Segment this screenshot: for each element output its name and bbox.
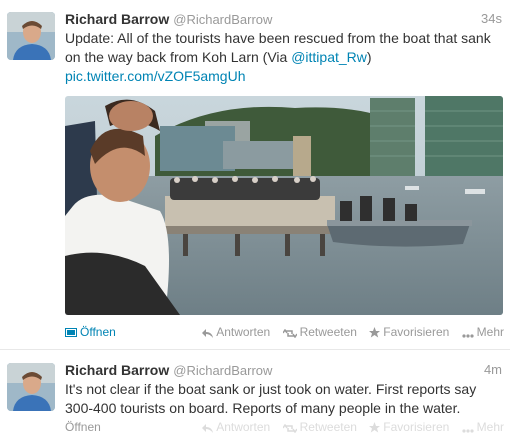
- reply-label: Antworten: [216, 420, 271, 434]
- tweet-header: Richard Barrow @RichardBarrow 34s: [65, 10, 502, 28]
- more-button[interactable]: Mehr: [462, 420, 504, 434]
- tweet[interactable]: Richard Barrow @RichardBarrow 34s Update:…: [0, 0, 510, 350]
- action-list: Antworten Retweeten Favorisieren Mehr: [193, 324, 504, 340]
- reply-icon: [202, 329, 214, 338]
- author-fullname[interactable]: Richard Barrow: [65, 362, 169, 378]
- action-list: Antworten Retweeten Favorisieren Mehr: [193, 419, 504, 435]
- retweet-icon: [281, 328, 298, 339]
- more-label: Mehr: [476, 325, 504, 339]
- tweet-text: Update: All of the tourists have been re…: [65, 29, 502, 86]
- open-tweet-button[interactable]: Öffnen: [65, 324, 116, 340]
- tweet-text-part: ): [366, 49, 372, 65]
- mention-link[interactable]: @ittipat_Rw: [291, 49, 367, 65]
- retweet-button[interactable]: Retweeten: [281, 325, 357, 339]
- star-icon: [369, 422, 381, 433]
- reply-button[interactable]: Antworten: [202, 420, 270, 434]
- more-dots-icon: [462, 429, 474, 433]
- timestamp[interactable]: 34s: [481, 10, 502, 28]
- tweet-text: It's not clear if the boat sank or just …: [65, 381, 477, 416]
- favorite-button[interactable]: Favorisieren: [369, 420, 449, 434]
- tweet-text-part: Update: All of the tourists have been re…: [65, 30, 491, 65]
- avatar-image: [7, 12, 55, 60]
- avatar[interactable]: [7, 12, 55, 60]
- photo-icon: [65, 328, 77, 337]
- tweet-photo[interactable]: [65, 96, 503, 315]
- reply-icon: [202, 424, 214, 433]
- tweet-header: Richard Barrow @RichardBarrow 4m: [65, 361, 502, 379]
- favorite-label: Favorisieren: [383, 325, 450, 339]
- reply-button[interactable]: Antworten: [202, 325, 270, 339]
- more-dots-icon: [462, 334, 474, 338]
- retweet-label: Retweeten: [299, 420, 357, 434]
- retweet-button[interactable]: Retweeten: [281, 420, 357, 434]
- photo-boat-rescue-scene: [65, 96, 503, 315]
- author-username[interactable]: @RichardBarrow: [173, 363, 272, 378]
- tweet-actions: Öffnen Antworten Retweeten Favorisieren …: [65, 324, 504, 340]
- tweet-actions: Öffnen Antworten Retweeten Favorisieren …: [65, 419, 504, 435]
- avatar[interactable]: [7, 363, 55, 411]
- star-icon: [369, 327, 381, 338]
- retweet-label: Retweeten: [299, 325, 357, 339]
- open-label: Öffnen: [80, 325, 116, 339]
- retweet-icon: [281, 423, 298, 434]
- favorite-label: Favorisieren: [383, 420, 450, 434]
- author-username[interactable]: @RichardBarrow: [173, 12, 272, 27]
- author-fullname[interactable]: Richard Barrow: [65, 11, 169, 27]
- timestamp[interactable]: 4m: [484, 361, 502, 379]
- open-tweet-button[interactable]: Öffnen: [65, 419, 101, 435]
- more-label: Mehr: [476, 420, 504, 434]
- favorite-button[interactable]: Favorisieren: [369, 325, 449, 339]
- more-button[interactable]: Mehr: [462, 325, 504, 339]
- reply-label: Antworten: [216, 325, 271, 339]
- avatar-image: [7, 363, 55, 411]
- media-link[interactable]: pic.twitter.com/vZOF5amgUh: [65, 68, 246, 84]
- open-label: Öffnen: [65, 420, 101, 434]
- tweet[interactable]: Richard Barrow @RichardBarrow 4m It's not…: [0, 350, 510, 445]
